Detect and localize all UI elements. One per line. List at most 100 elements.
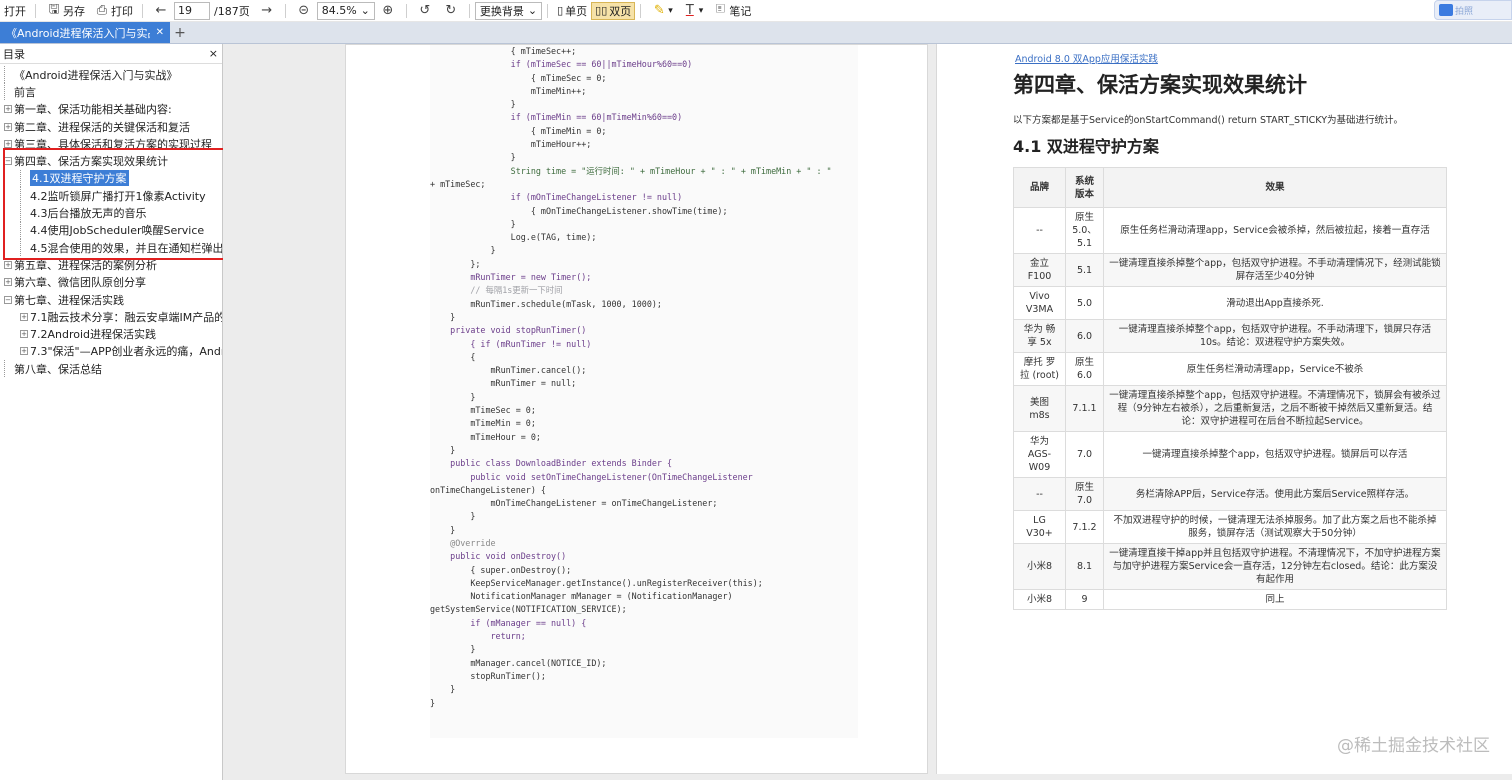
close-icon[interactable]: × xyxy=(209,47,218,60)
collapse-icon[interactable]: − xyxy=(4,157,12,166)
toc-item[interactable]: + 第一章、保活功能相关基础内容: xyxy=(0,101,222,118)
save-icon: 🖫 xyxy=(48,1,60,17)
expand-icon[interactable]: + xyxy=(20,347,28,356)
related-link[interactable]: Android 8.0 双App应用保活实践 xyxy=(1015,51,1158,65)
toc-item[interactable]: 4.1双进程守护方案 xyxy=(0,169,222,187)
code-line: } xyxy=(430,245,496,256)
collapse-icon[interactable]: − xyxy=(4,295,12,304)
code-line: }; xyxy=(430,258,481,269)
toc-item[interactable]: 4.5混合使用的效果，并且在通知栏弹出通 xyxy=(0,239,222,257)
tree-line xyxy=(20,187,28,205)
zoom-select[interactable]: 84.5% ⌄ xyxy=(316,1,375,20)
table-cell: 7.1.1 xyxy=(1065,385,1104,432)
arrow-right-icon: → xyxy=(261,3,273,18)
new-tab-button[interactable]: + xyxy=(170,22,190,43)
code-line: } xyxy=(430,511,476,522)
tree-line xyxy=(20,204,28,222)
toc-item[interactable]: +7.1融云技术分享：融云安卓端IM产品的网 xyxy=(0,308,222,325)
toc-item[interactable]: 4.2监听锁屏广播打开1像素Activity xyxy=(0,187,222,205)
zoom-value: 84.5% xyxy=(321,4,357,17)
close-icon[interactable]: ✕ xyxy=(156,27,164,38)
toc-item[interactable]: 第八章、保活总结 xyxy=(0,360,222,378)
print-button[interactable]: ⎙ 打印 xyxy=(89,0,137,22)
save-as-button[interactable]: 🖫 另存 xyxy=(41,0,89,22)
code-line: private void stopRunTimer() xyxy=(430,325,587,336)
page-left: { mTimeSec++; if (mTimeSec == 60||mTimeH… xyxy=(345,44,928,774)
notes-button[interactable]: 🗉 笔记 xyxy=(707,0,755,22)
code-line: mRunTimer = null; xyxy=(430,378,577,389)
code-line: mManager.cancel(NOTICE_ID); xyxy=(430,657,607,668)
toc-item[interactable]: + 第二章、进程保活的关键保活和复活 xyxy=(0,118,222,135)
toc-item[interactable]: +7.3"保活"—APP创业者永远的痛，Andro xyxy=(0,343,222,360)
table-cell: 小米8 xyxy=(1013,543,1066,590)
expand-icon[interactable]: + xyxy=(20,312,28,321)
divider xyxy=(547,3,549,18)
code-line: public void setOnTimeChangeListener(OnTi… xyxy=(430,471,753,482)
code-line: } xyxy=(430,311,456,322)
code-line: if (mTimeSec == 60||mTimeHour%60==0) xyxy=(430,59,693,70)
intro-paragraph: 以下方案都是基于Service的onStartCommand() return … xyxy=(1013,115,1403,126)
zoom-out-button[interactable]: ⊝ xyxy=(291,0,317,22)
code-line: } xyxy=(430,524,456,535)
code-line: public class DownloadBinder extends Bind… xyxy=(430,458,673,469)
code-line: return; xyxy=(430,631,526,642)
background-label: 更换背景 xyxy=(479,4,524,18)
table-header-cell: 效果 xyxy=(1103,167,1447,208)
rotate-right-button[interactable]: ↻ xyxy=(438,0,464,22)
expand-icon[interactable]: + xyxy=(4,139,12,148)
toc-item[interactable]: + 第六章、微信团队原创分享 xyxy=(0,274,222,291)
toc-list: 《Android进程保活入门与实战》 前言 + 第一章、保活功能相关基础内容: + 第二章… xyxy=(0,64,222,378)
table-row: -- 原生 7.0 务栏清除APP后，Service存活。使用此方案后Service… xyxy=(1013,477,1447,511)
code-line: } xyxy=(430,218,516,229)
open-button[interactable]: 打开 xyxy=(0,0,30,22)
chevron-down-icon: ⌄ xyxy=(360,4,370,17)
text-color-button[interactable]: T ▾ xyxy=(677,0,708,22)
next-page-button[interactable]: → xyxy=(254,0,280,22)
print-icon: ⎙ xyxy=(96,3,108,18)
single-page-toggle[interactable]: ▯ 单页 xyxy=(553,2,591,20)
toolbar: 打开 🖫 另存 ⎙ 打印 ← 19 /187页 → ⊝ 84.5% ⌄ ⊕ ↺ … xyxy=(0,0,1512,22)
code-line: if (mTimeMin == 60|mTimeMin%60==0) xyxy=(430,112,683,123)
document-tab[interactable]: 《Android进程保活入门与实战》 ✕ xyxy=(0,22,170,43)
document-area[interactable]: { mTimeSec++; if (mTimeSec == 60||mTimeH… xyxy=(223,44,1512,780)
highlight-button[interactable]: ✎ ▾ xyxy=(646,0,677,22)
rotate-left-button[interactable]: ↺ xyxy=(412,0,438,22)
toc-item[interactable]: − 第七章、进程保活实践 xyxy=(0,291,222,308)
zoom-in-button[interactable]: ⊕ xyxy=(375,0,401,22)
toc-sidebar: 目录 × 《Android进程保活入门与实战》 前言 + 第一章、保活功能相关基础内容… xyxy=(0,44,238,780)
background-select[interactable]: 更换背景 ⌄ xyxy=(474,1,543,20)
chevron-down-icon: ▾ xyxy=(668,5,673,16)
divider xyxy=(640,3,642,18)
expand-icon[interactable]: + xyxy=(4,122,12,131)
double-page-toggle[interactable]: ▯▯ 双页 xyxy=(591,1,636,20)
toc-item[interactable]: 4.3后台播放无声的音乐 xyxy=(0,204,222,222)
code-line: @Override xyxy=(430,537,496,548)
toc-item[interactable]: + 第五章、进程保活的案例分析 xyxy=(0,256,222,273)
expand-icon[interactable]: + xyxy=(4,260,12,269)
tab-bar: 《Android进程保活入门与实战》 ✕ + xyxy=(0,22,1512,44)
code-line: } xyxy=(430,684,456,695)
expand-icon[interactable]: + xyxy=(4,105,12,114)
toc-item[interactable]: +7.2Android进程保活实践 xyxy=(0,325,222,342)
table-cell: 原生 7.0 xyxy=(1065,477,1104,511)
table-cell: 同上 xyxy=(1103,589,1447,610)
divider xyxy=(142,3,143,18)
zoom-in-icon: ⊕ xyxy=(382,3,394,18)
toc-item[interactable]: 前言 xyxy=(0,83,222,101)
badge-label: 拍照 xyxy=(1455,6,1474,17)
table-header-cell: 品牌 xyxy=(1013,167,1066,208)
arrow-left-icon: ← xyxy=(155,3,167,18)
page-total: /187页 xyxy=(214,4,250,18)
toc-item[interactable]: 4.4使用JobScheduler唤醒Service xyxy=(0,221,222,239)
toc-item[interactable]: − 第四章、保活方案实现效果统计 xyxy=(0,152,222,169)
toc-item[interactable]: 《Android进程保活入门与实战》 xyxy=(0,66,222,84)
prev-page-button[interactable]: ← xyxy=(148,0,174,22)
expand-icon[interactable]: + xyxy=(4,278,12,287)
page-number-input[interactable]: 19 xyxy=(174,1,210,20)
toc-item[interactable]: + 第三章、具体保活和复活方案的实现过程 xyxy=(0,135,222,152)
code-line: KeepServiceManager.getInstance().unRegis… xyxy=(430,577,763,588)
app-badge[interactable]: 拍照 xyxy=(1434,0,1512,20)
expand-icon[interactable]: + xyxy=(20,330,28,339)
code-line: { mTimeMin = 0; xyxy=(430,125,607,136)
table-row: LG V30+ 7.1.2 不加双进程守护的时候，一键清理无法杀掉服务。加了此方案之… xyxy=(1013,510,1447,544)
